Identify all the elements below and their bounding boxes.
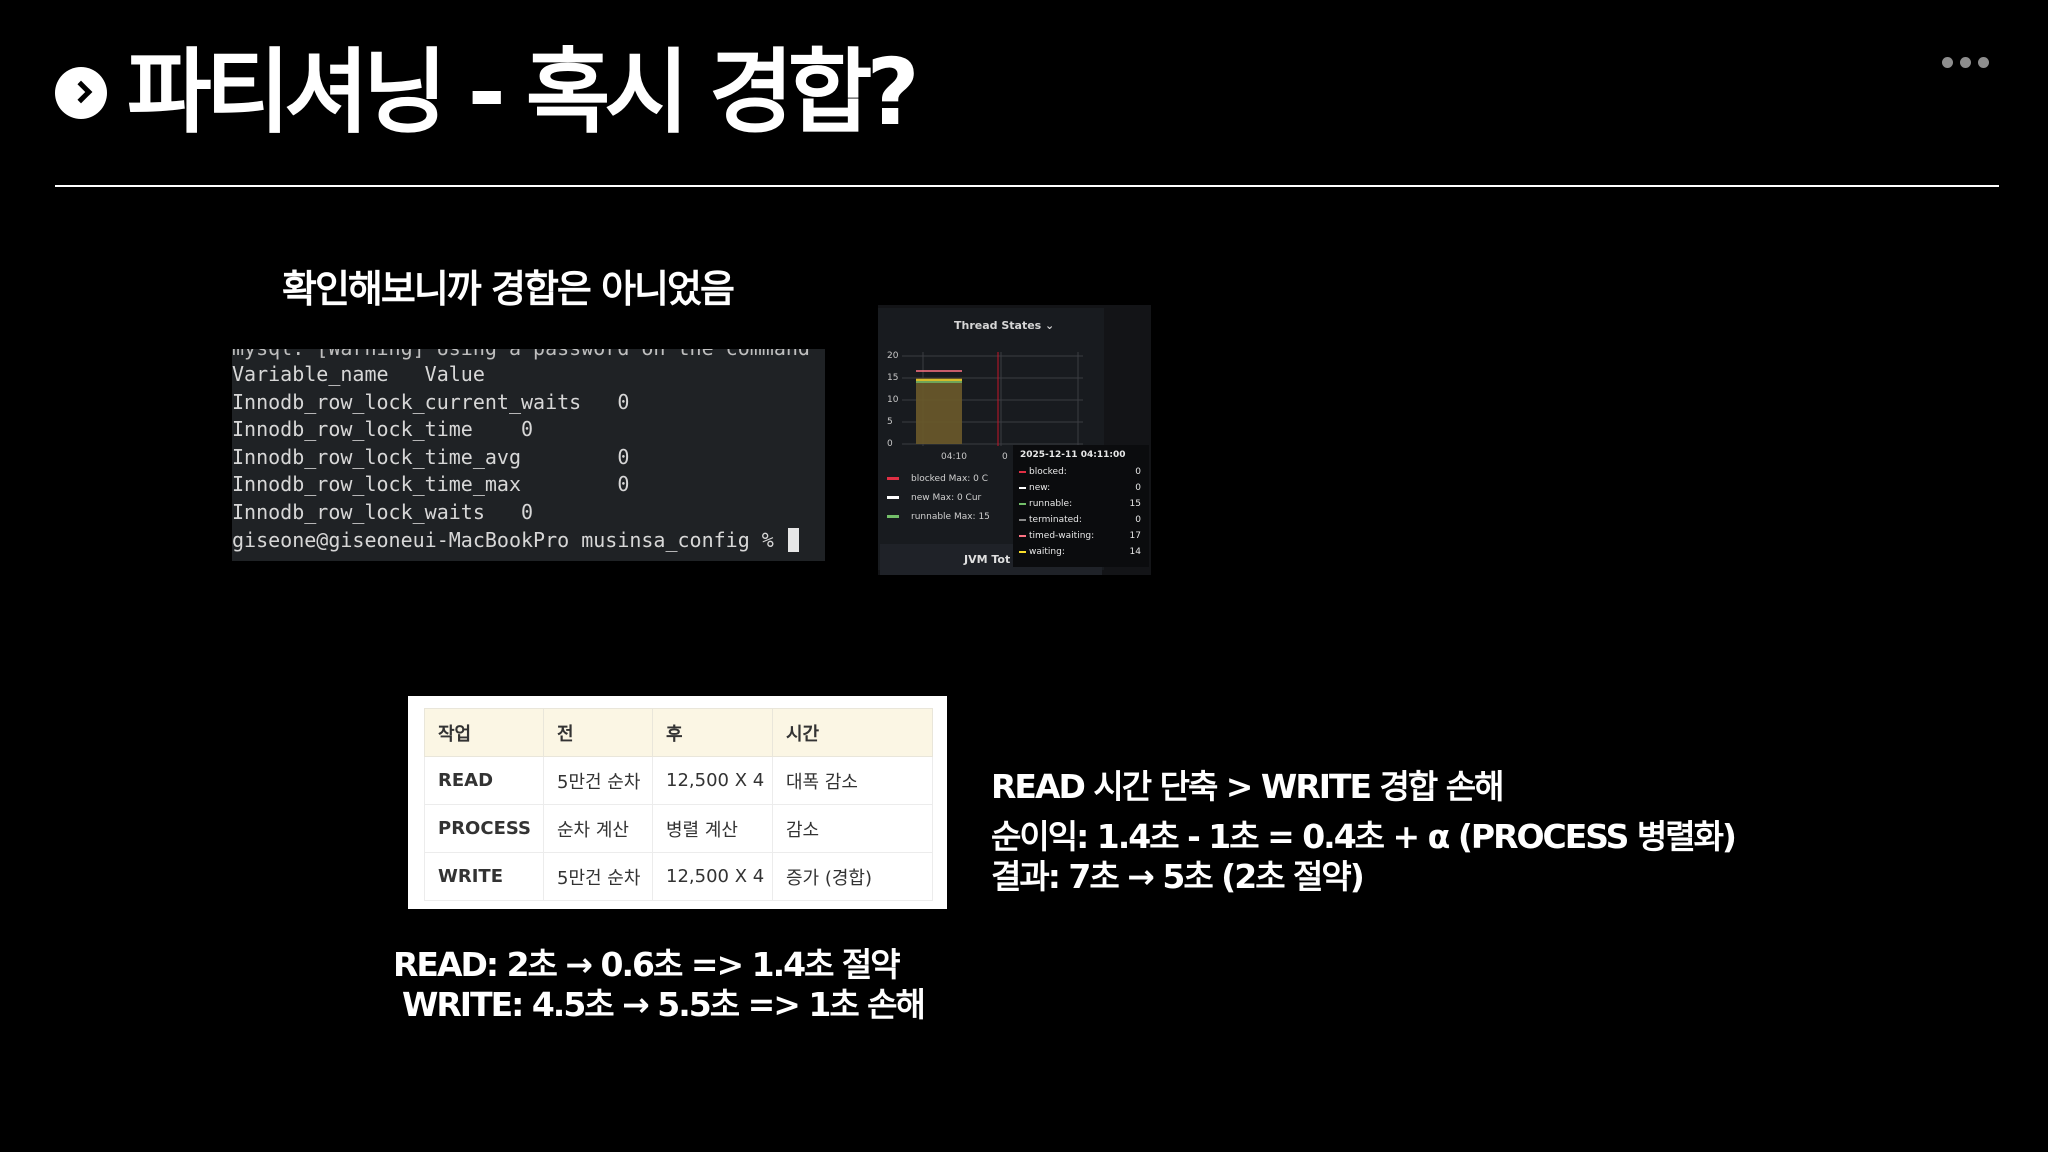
table-cell: READ (424, 756, 544, 805)
more-menu-icon[interactable] (1942, 57, 1989, 68)
table-cell: 증가 (경합) (772, 852, 933, 901)
legend-runnable[interactable]: runnable Max: 15 (887, 512, 990, 522)
terminal-line: Innodb_row_lock_waits 0 (232, 499, 534, 524)
graph-tooltip: 2025-12-11 04:11:00 blocked: 0 new: 0 runn… (1013, 445, 1149, 567)
terminal-line: Innodb_row_lock_current_waits 0 (232, 389, 630, 414)
comparison-table: 작업 전 후 시간 READ 5만건 순차 12,500 X 4 대폭 감소 P… (424, 708, 933, 901)
table-cell: 5만건 순차 (543, 852, 653, 901)
legend-new[interactable]: new Max: 0 Cur (887, 493, 981, 503)
tooltip-row-blocked: blocked: 0 (1019, 467, 1141, 477)
slide-title: 파티셔닝 - 혹시 경합? (127, 39, 920, 146)
terminal-line: Innodb_row_lock_time_avg 0 (232, 444, 630, 469)
tooltip-time: 2025-12-11 04:11:00 (1020, 450, 1126, 460)
column-header: 전 (543, 708, 653, 757)
tooltip-row-new: new: 0 (1019, 483, 1141, 493)
terminal-cursor (787, 527, 799, 552)
table-cell: 12,500 X 4 (652, 852, 773, 901)
slide-subtitle: 확인해보니까 경합은 아니었음 (282, 267, 735, 311)
summary-line-1: READ 시간 단축 > WRITE 경합 손해 (991, 767, 1504, 806)
grafana-thread-states-screenshot: Thread States ⌄ 20 15 10 5 0 04:10 0 blo… (878, 305, 1151, 575)
write-time-note: WRITE: 4.5초 → 5.5초 => 1초 손해 (402, 985, 926, 1024)
x-tick: 04:10 (941, 452, 967, 462)
table-cell: WRITE (424, 852, 544, 901)
column-header: 후 (652, 708, 773, 757)
terminal-line: Variable_name Value (232, 362, 485, 386)
slide-title-row: 파티셔닝 - 혹시 경합? (55, 38, 920, 148)
tooltip-row-runnable: runnable: 15 (1019, 499, 1141, 509)
tooltip-row-timed-waiting: timed-waiting: 17 (1019, 531, 1141, 541)
table-cell: 병렬 계산 (652, 804, 773, 853)
table-row: PROCESS 순차 계산 병렬 계산 감소 (424, 804, 933, 853)
terminal-prompt: giseone@giseoneui-MacBookPro musinsa_con… (232, 527, 774, 552)
table-header-row: 작업 전 후 시간 (424, 708, 933, 757)
x-tick: 0 (1002, 452, 1008, 462)
table-row: READ 5만건 순차 12,500 X 4 대폭 감소 (424, 756, 933, 805)
chevron-right-circle-icon (55, 67, 107, 119)
summary-line-3: 결과: 7초 → 5초 (2초 절약) (991, 857, 1365, 896)
table-cell: 감소 (772, 804, 933, 853)
thread-states-plot (902, 352, 1083, 446)
terminal-line: Innodb_row_lock_time_max 0 (232, 472, 630, 497)
waiting-series-area (916, 378, 962, 444)
jvm-panel-title: JVM Tot (964, 553, 1011, 566)
tooltip-row-waiting: waiting: 14 (1019, 547, 1141, 557)
terminal-screenshot: mysql: [Warning] Using a password on the… (232, 349, 825, 561)
tooltip-row-terminated: terminated: 0 (1019, 515, 1141, 525)
table-cell: 대폭 감소 (772, 756, 933, 805)
column-header: 시간 (772, 708, 933, 757)
title-divider (55, 185, 1999, 187)
table-cell: 5만건 순차 (543, 756, 653, 805)
table-cell: 순차 계산 (543, 804, 653, 853)
comparison-table-card: 작업 전 후 시간 READ 5만건 순차 12,500 X 4 대폭 감소 P… (408, 696, 947, 909)
table-cell: PROCESS (424, 804, 544, 853)
column-header: 작업 (424, 708, 544, 757)
table-row: WRITE 5만건 순차 12,500 X 4 증가 (경합) (424, 852, 933, 901)
terminal-line: Innodb_row_lock_time 0 (232, 417, 534, 442)
legend-blocked[interactable]: blocked Max: 0 C (887, 474, 988, 484)
terminal-cut-line: mysql: [Warning] Using a password on the… (232, 349, 810, 360)
terminal-prompt-line: giseone@giseoneui-MacBookPro musinsa_con… (232, 527, 799, 555)
table-cell: 12,500 X 4 (652, 756, 773, 805)
